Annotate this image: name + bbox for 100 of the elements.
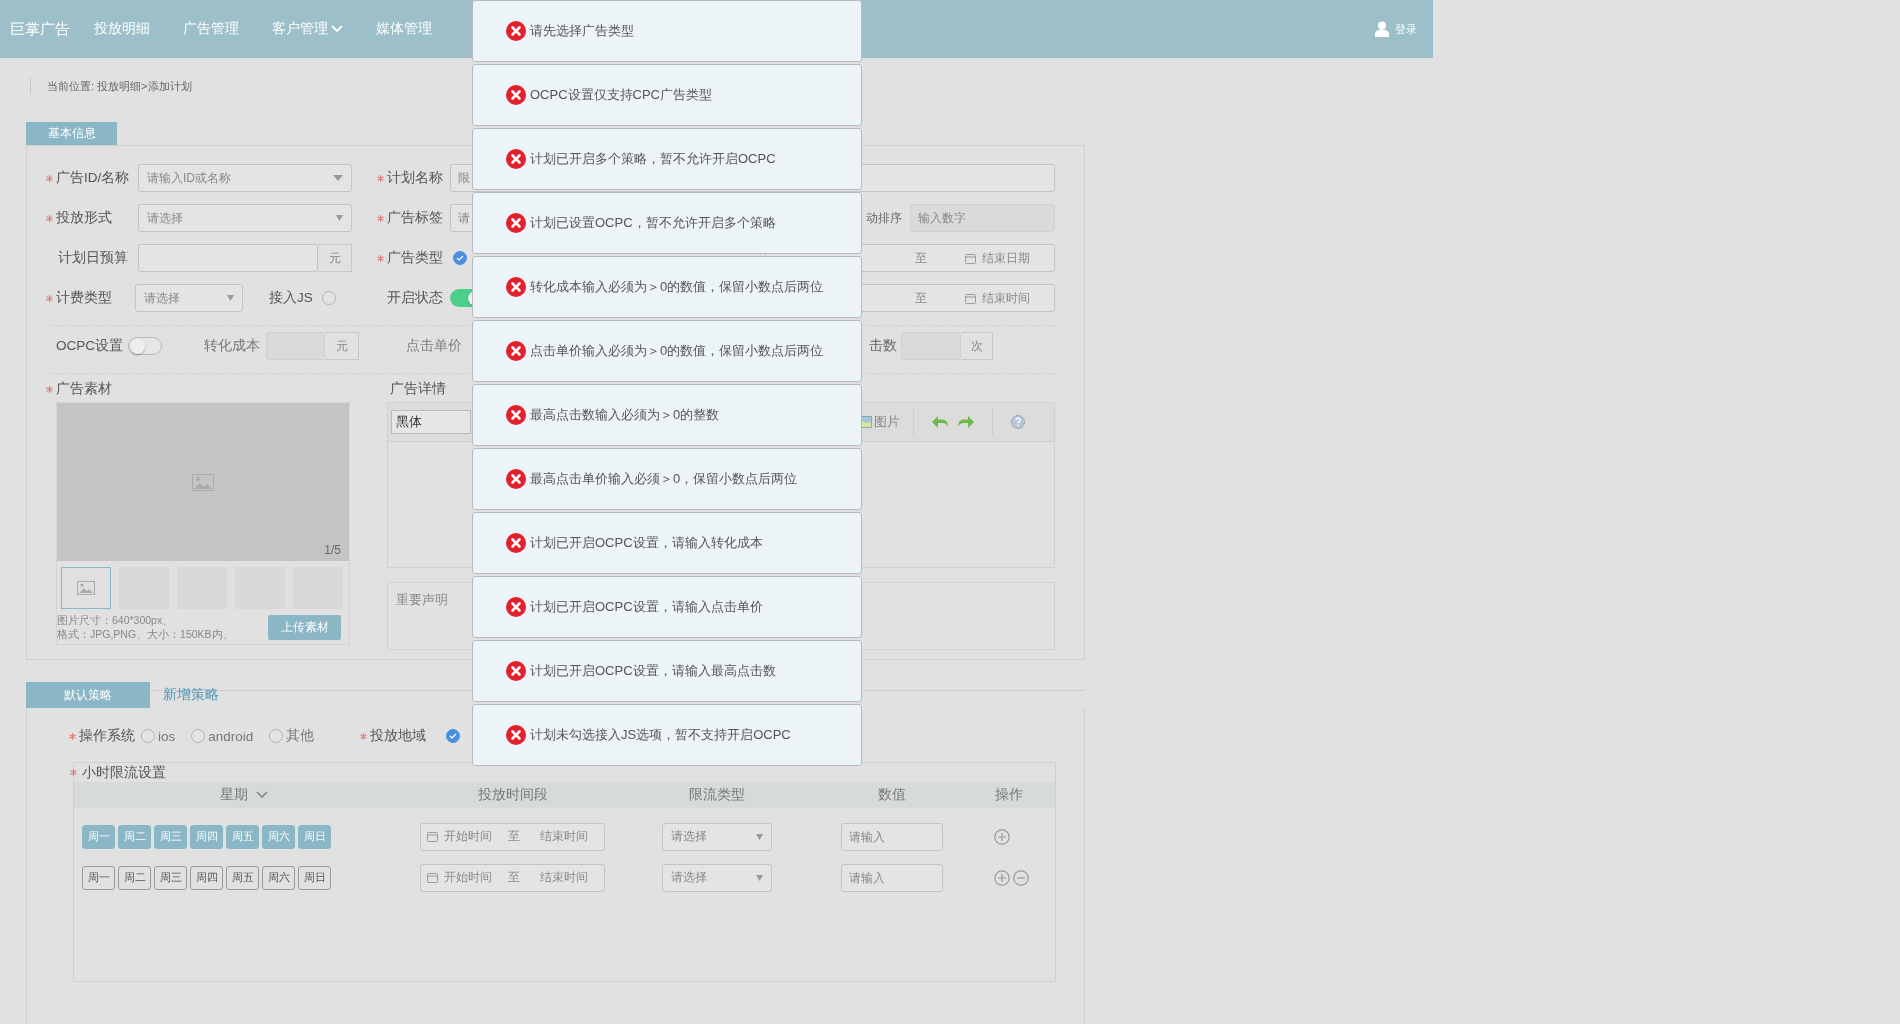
nav-link[interactable]: 媒体管理 <box>376 20 432 38</box>
weekday-toggle[interactable]: 周六 <box>262 824 295 849</box>
hint-text: 格式：JPG,PNG、大小：150KB内、 <box>57 627 234 641</box>
field-label: 操作系统 <box>79 727 135 745</box>
weekday-toggle[interactable]: 周五 <box>226 824 259 849</box>
nav-link[interactable]: 客户管理 <box>272 20 343 38</box>
select-field[interactable]: 请选择 <box>662 863 772 892</box>
input-field[interactable]: 请输入 <box>841 863 943 892</box>
toast-message: 计划已开启多个策略，暂不允许开启OCPC <box>530 150 776 168</box>
error-icon <box>506 213 526 233</box>
select-field[interactable]: 请选择 <box>662 822 772 851</box>
input-field[interactable] <box>266 332 325 360</box>
select-field[interactable]: 请选择 <box>138 204 352 232</box>
weekday-toggle[interactable]: 周五 <box>226 865 259 890</box>
login-link[interactable]: 登录 <box>1375 21 1417 37</box>
field-label: 广告素材 <box>56 380 112 398</box>
checkbox[interactable] <box>446 729 461 743</box>
field-label: 投放形式 <box>56 209 112 227</box>
calendar-icon <box>965 292 976 304</box>
calendar-icon <box>427 831 438 842</box>
caret-icon <box>227 295 234 301</box>
radio-button[interactable] <box>269 729 284 743</box>
input-field[interactable]: 输入数字 <box>910 204 1055 232</box>
unit-label: 次 <box>961 332 993 360</box>
error-icon <box>506 725 526 745</box>
font-select[interactable]: 黑体 <box>391 410 471 434</box>
redo-icon[interactable] <box>958 416 974 428</box>
toggle-switch[interactable] <box>128 337 162 355</box>
field-label: 点击单价 <box>406 337 462 355</box>
checkbox[interactable] <box>453 251 467 265</box>
radio-button[interactable] <box>321 291 336 305</box>
weekday-toggle[interactable]: 周四 <box>190 824 223 849</box>
nav-link[interactable]: 投放明细 <box>94 20 150 38</box>
caret-icon <box>756 874 763 881</box>
toast-message: 最高点击数输入必须为＞0的整数 <box>530 406 720 424</box>
toast-message: 最高点击单价输入必须＞0，保留小数点后两位 <box>530 470 798 488</box>
input-field[interactable]: 请输入 <box>841 822 943 851</box>
field-label: 广告类型 <box>387 249 443 267</box>
calendar-icon <box>965 252 976 264</box>
thumbnail[interactable] <box>61 567 111 609</box>
remove-icon[interactable] <box>1013 869 1029 886</box>
error-icon <box>506 533 526 553</box>
column-header: 投放时间段 <box>478 786 548 804</box>
error-icon <box>506 149 526 169</box>
strategy-tab[interactable]: 新增策略 <box>163 686 219 704</box>
weekday-toggle[interactable]: 周六 <box>262 865 295 890</box>
toast-message: 计划已开启OCPC设置，请输入转化成本 <box>530 534 763 552</box>
radio-option[interactable]: 其他 <box>269 727 315 745</box>
weekday-toggle[interactable]: 周一 <box>82 824 115 849</box>
select-field[interactable]: 请选择 <box>135 284 243 312</box>
nav-link[interactable]: 广告管理 <box>183 20 239 38</box>
weekday-toggle[interactable]: 周一 <box>82 865 115 890</box>
caret-icon <box>756 833 763 840</box>
strategy-tab[interactable]: 默认策略 <box>26 682 150 708</box>
weekday-toggle[interactable]: 周三 <box>154 865 187 890</box>
undo-icon[interactable] <box>932 416 948 428</box>
column-header: 星期 <box>220 786 248 804</box>
column-header: 限流类型 <box>689 786 745 804</box>
add-icon[interactable] <box>994 869 1010 886</box>
error-icon <box>506 277 526 297</box>
weekday-toggle[interactable]: 周二 <box>118 865 151 890</box>
field-label: 投放地域 <box>370 727 427 745</box>
column-header: 操作 <box>994 786 1023 804</box>
radio-button[interactable] <box>191 729 206 743</box>
weekday-toggle[interactable]: 周日 <box>298 865 331 890</box>
weekday-toggle[interactable]: 周四 <box>190 865 223 890</box>
error-icon <box>506 405 526 425</box>
hint-text: 图片尺寸：640*300px、 <box>57 613 175 627</box>
toast-message: 计划未勾选接入JS选项，暂不支持开启OCPC <box>530 726 791 744</box>
user-icon <box>1375 21 1389 37</box>
upload-button[interactable]: 上传素材 <box>268 614 341 640</box>
field-label: 转化成本 <box>204 337 261 355</box>
field-label: 广告标签 <box>387 209 443 227</box>
unit-label: 元 <box>325 332 359 360</box>
add-icon[interactable] <box>994 828 1010 845</box>
field-label: 计划日预算 <box>58 249 128 267</box>
radio-button[interactable] <box>141 729 155 743</box>
error-icon <box>506 21 526 41</box>
toast-message: 计划已开启OCPC设置，请输入点击单价 <box>530 598 763 616</box>
select-field[interactable]: 请输入ID或名称 <box>138 164 352 192</box>
weekday-toggle[interactable]: 周三 <box>154 824 187 849</box>
error-icon <box>506 469 526 489</box>
calendar-icon <box>427 872 438 883</box>
error-icon <box>506 85 526 105</box>
weekday-toggle[interactable]: 周日 <box>298 824 331 849</box>
field-label: 计划名称 <box>387 169 443 187</box>
radio-option[interactable]: ios <box>141 728 176 744</box>
input-field[interactable] <box>901 332 961 360</box>
error-icon <box>506 597 526 617</box>
help-icon[interactable] <box>1011 415 1025 429</box>
unit-label: 元 <box>318 244 352 272</box>
input-field[interactable] <box>138 244 318 272</box>
error-icon <box>506 341 526 361</box>
radio-option[interactable]: android <box>191 728 254 744</box>
toast-message: 计划已开启OCPC设置，请输入最高点击数 <box>530 662 776 680</box>
weekday-toggle[interactable]: 周二 <box>118 824 151 849</box>
time-range-field[interactable]: 开始时间 至 结束时间 <box>420 822 605 851</box>
time-range-field[interactable]: 开始时间 至 结束时间 <box>420 863 605 892</box>
chevron-icon[interactable] <box>256 791 268 799</box>
field-label: 小时限流设置 <box>82 763 166 782</box>
